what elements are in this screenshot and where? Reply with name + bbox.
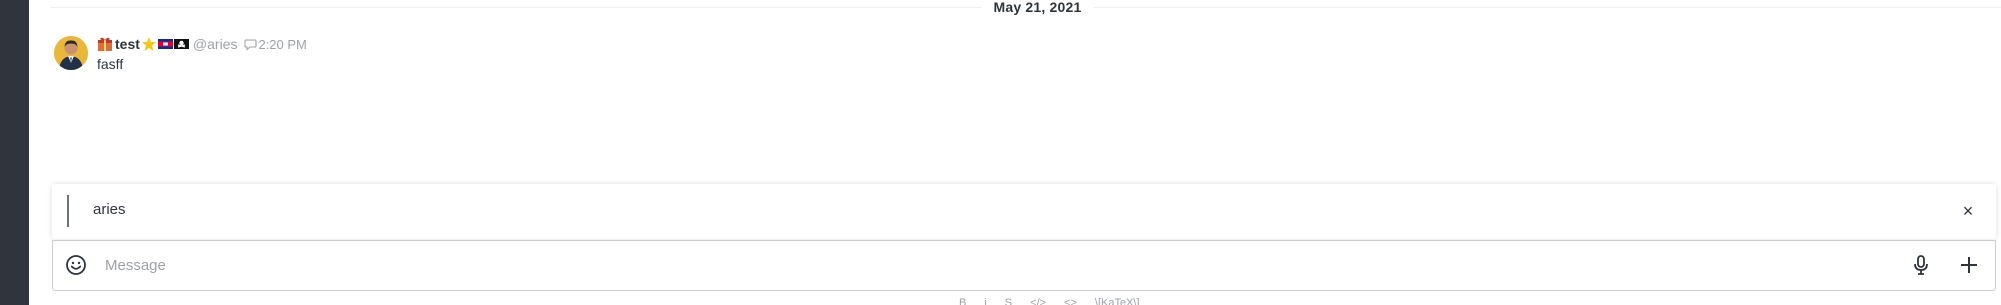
close-icon[interactable]: ×	[1958, 201, 1978, 221]
message-body: fasff	[97, 56, 124, 72]
strike-button[interactable]: S	[1005, 297, 1012, 305]
bold-button[interactable]: B	[959, 297, 966, 305]
star-emoji-icon	[141, 36, 157, 52]
app-root: May 21, 2021 test @aries 2:20 PM fasff a…	[0, 0, 2001, 305]
chat-main: May 21, 2021 test @aries 2:20 PM fasff a…	[29, 0, 2001, 305]
emoji-picker-icon[interactable]	[65, 254, 87, 276]
message-time[interactable]: 2:20 PM	[258, 37, 306, 52]
reply-quoted-user: aries	[93, 201, 126, 218]
plus-icon[interactable]	[1957, 253, 1981, 277]
message-header: test @aries 2:20 PM	[97, 34, 307, 54]
format-toolbar: B i S </> <> \[KaTeX\]	[959, 297, 1140, 305]
gift-emoji-icon	[97, 36, 113, 52]
message-composer	[52, 240, 1996, 291]
reply-quote-bar	[67, 195, 69, 227]
chat-bubble-icon	[244, 38, 258, 51]
flag-cambodia-icon	[157, 36, 173, 52]
code-block-button[interactable]: <>	[1064, 297, 1077, 305]
italic-button[interactable]: i	[984, 297, 986, 305]
date-divider-label: May 21, 2021	[993, 0, 1082, 15]
inline-code-button[interactable]: </>	[1030, 297, 1046, 305]
message-item[interactable]: test @aries 2:20 PM fasff	[51, 34, 1951, 78]
divider-line-left	[51, 7, 981, 8]
date-divider: May 21, 2021	[29, 0, 2001, 15]
divider-line-right	[1094, 7, 2001, 8]
avatar-image	[54, 36, 88, 70]
katex-button[interactable]: \[KaTeX\]	[1095, 297, 1140, 305]
avatar[interactable]	[54, 36, 88, 70]
message-handle[interactable]: @aries	[193, 36, 238, 52]
microphone-icon[interactable]	[1909, 253, 1933, 277]
message-username[interactable]: test	[115, 36, 140, 52]
message-input[interactable]	[105, 251, 1885, 279]
sidebar	[0, 0, 29, 305]
flag-pirate-icon	[173, 36, 189, 52]
reply-preview: aries ×	[52, 184, 1996, 239]
